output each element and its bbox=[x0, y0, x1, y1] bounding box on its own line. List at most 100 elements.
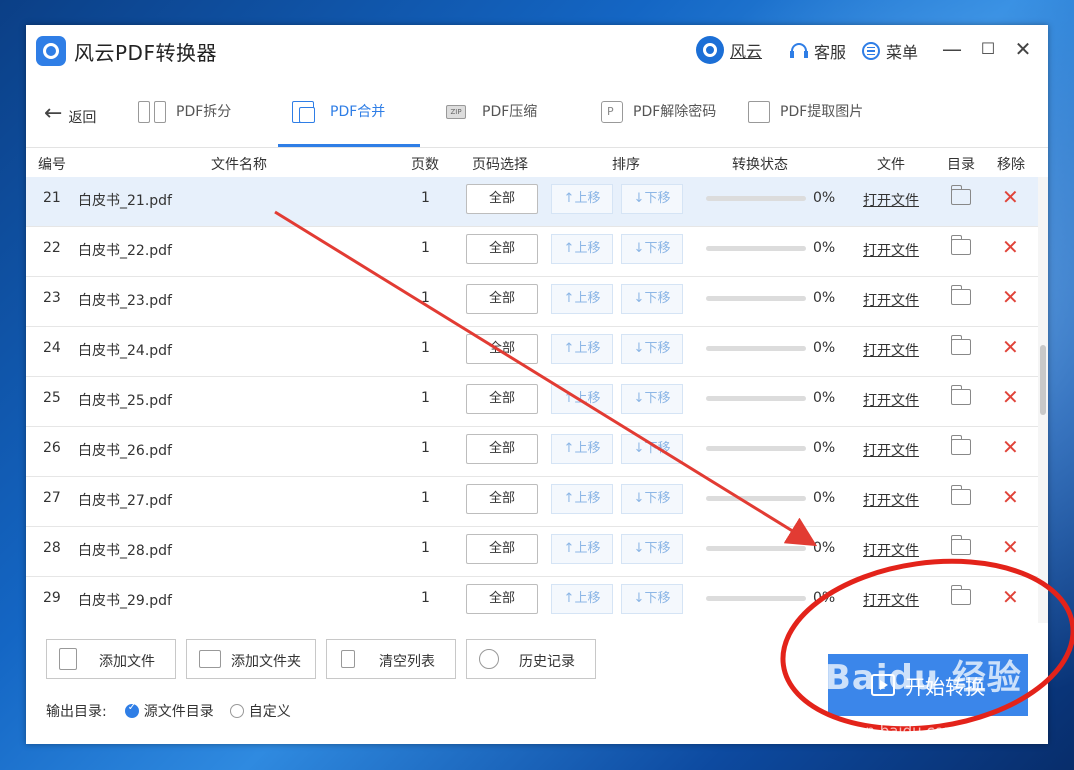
tab-pdf-merge[interactable]: PDF合并 bbox=[278, 99, 420, 147]
open-file-link[interactable]: 打开文件 bbox=[863, 290, 919, 310]
header-dir: 目录 bbox=[947, 157, 975, 173]
page-select-all-button[interactable]: 全部 bbox=[466, 484, 538, 514]
open-file-link[interactable]: 打开文件 bbox=[863, 590, 919, 610]
menu-icon bbox=[862, 42, 880, 60]
remove-icon[interactable]: ✕ bbox=[1002, 335, 1019, 359]
maximize-button[interactable]: ☐ bbox=[976, 37, 1000, 61]
add-folder-button[interactable]: 添加文件夹 bbox=[186, 639, 316, 679]
progress-bar bbox=[706, 496, 806, 501]
folder-icon[interactable] bbox=[950, 335, 971, 355]
customer-service-button[interactable]: 客服 bbox=[790, 39, 846, 63]
radio-custom-dir[interactable] bbox=[229, 704, 244, 718]
remove-icon[interactable]: ✕ bbox=[1002, 185, 1019, 209]
open-file-link[interactable]: 打开文件 bbox=[863, 390, 919, 410]
remove-icon[interactable]: ✕ bbox=[1002, 385, 1019, 409]
tab-pdf-compress[interactable]: ZIP PDF压缩 bbox=[446, 99, 537, 147]
page-select-all-button[interactable]: 全部 bbox=[466, 184, 538, 214]
tab-pdf-extract-images[interactable]: PDF提取图片 bbox=[748, 99, 863, 147]
open-file-link[interactable]: 打开文件 bbox=[863, 190, 919, 210]
page-select-all-button[interactable]: 全部 bbox=[466, 434, 538, 464]
function-tabbar: ← 返回 PDF拆分 PDF合并 ZIP PDF压缩 PDF解除密码 PDF提取… bbox=[26, 85, 1048, 148]
tab-pdf-unlock[interactable]: PDF解除密码 bbox=[601, 99, 716, 147]
page-select-all-button[interactable]: 全部 bbox=[466, 384, 538, 414]
table-row[interactable]: 27 白皮书_27.pdf 1 全部 ↑上移 ↓下移 0% 打开文件 ✕ bbox=[26, 477, 1038, 527]
radio-source-dir[interactable] bbox=[124, 702, 139, 718]
move-up-button[interactable]: ↑上移 bbox=[551, 334, 613, 364]
clear-list-button[interactable]: 清空列表 bbox=[326, 639, 456, 679]
custom-dir-label[interactable]: 自定义 bbox=[249, 701, 291, 721]
folder-icon[interactable] bbox=[950, 185, 971, 205]
table-row[interactable]: 26 白皮书_26.pdf 1 全部 ↑上移 ↓下移 0% 打开文件 ✕ bbox=[26, 427, 1038, 477]
remove-icon[interactable]: ✕ bbox=[1002, 435, 1019, 459]
source-dir-label[interactable]: 源文件目录 bbox=[144, 701, 214, 721]
move-down-button[interactable]: ↓下移 bbox=[621, 584, 683, 614]
header-filename: 文件名称 bbox=[211, 157, 267, 173]
folder-icon[interactable] bbox=[950, 585, 971, 605]
table-row[interactable]: 28 白皮书_28.pdf 1 全部 ↑上移 ↓下移 0% 打开文件 ✕ bbox=[26, 527, 1038, 577]
remove-icon[interactable]: ✕ bbox=[1002, 235, 1019, 259]
open-file-link[interactable]: 打开文件 bbox=[863, 490, 919, 510]
table-row[interactable]: 22 白皮书_22.pdf 1 全部 ↑上移 ↓下移 0% 打开文件 ✕ bbox=[26, 227, 1038, 277]
remove-icon[interactable]: ✕ bbox=[1002, 535, 1019, 559]
add-file-button[interactable]: 添加文件 bbox=[46, 639, 176, 679]
move-up-button[interactable]: ↑上移 bbox=[551, 384, 613, 414]
table-row[interactable]: 24 白皮书_24.pdf 1 全部 ↑上移 ↓下移 0% 打开文件 ✕ bbox=[26, 327, 1038, 377]
move-down-button[interactable]: ↓下移 bbox=[621, 384, 683, 414]
folder-icon[interactable] bbox=[950, 235, 971, 255]
progress-bar bbox=[706, 296, 806, 301]
open-file-link[interactable]: 打开文件 bbox=[863, 240, 919, 260]
folder-icon[interactable] bbox=[950, 385, 971, 405]
remove-icon[interactable]: ✕ bbox=[1002, 485, 1019, 509]
move-up-button[interactable]: ↑上移 bbox=[551, 234, 613, 264]
row-pages: 1 bbox=[421, 440, 430, 456]
open-file-link[interactable]: 打开文件 bbox=[863, 440, 919, 460]
progress-percent: 0% bbox=[813, 590, 836, 606]
move-up-button[interactable]: ↑上移 bbox=[551, 434, 613, 464]
progress-percent: 0% bbox=[813, 540, 836, 556]
move-up-button[interactable]: ↑上移 bbox=[551, 184, 613, 214]
move-up-button[interactable]: ↑上移 bbox=[551, 534, 613, 564]
remove-icon[interactable]: ✕ bbox=[1002, 585, 1019, 609]
back-button[interactable]: ← 返回 bbox=[44, 101, 96, 127]
open-file-link[interactable]: 打开文件 bbox=[863, 540, 919, 560]
page-select-all-button[interactable]: 全部 bbox=[466, 534, 538, 564]
folder-icon[interactable] bbox=[950, 535, 971, 555]
page-select-all-button[interactable]: 全部 bbox=[466, 334, 538, 364]
open-file-link[interactable]: 打开文件 bbox=[863, 340, 919, 360]
history-button[interactable]: 历史记录 bbox=[466, 639, 596, 679]
table-row[interactable]: 25 白皮书_25.pdf 1 全部 ↑上移 ↓下移 0% 打开文件 ✕ bbox=[26, 377, 1038, 427]
minimize-button[interactable]: — bbox=[940, 37, 964, 61]
account-button[interactable]: 风云 bbox=[696, 36, 762, 64]
tab-pdf-split[interactable]: PDF拆分 bbox=[138, 99, 231, 147]
page-select-all-button[interactable]: 全部 bbox=[466, 234, 538, 264]
table-header: 编号 文件名称 页数 页码选择 排序 转换状态 文件 目录 移除 bbox=[26, 149, 1048, 177]
header-status: 转换状态 bbox=[732, 157, 788, 173]
move-up-button[interactable]: ↑上移 bbox=[551, 584, 613, 614]
move-down-button[interactable]: ↓下移 bbox=[621, 434, 683, 464]
remove-icon[interactable]: ✕ bbox=[1002, 285, 1019, 309]
move-down-button[interactable]: ↓下移 bbox=[621, 484, 683, 514]
move-up-button[interactable]: ↑上移 bbox=[551, 484, 613, 514]
tab-label: PDF压缩 bbox=[482, 104, 538, 120]
table-row[interactable]: 29 白皮书_29.pdf 1 全部 ↑上移 ↓下移 0% 打开文件 ✕ bbox=[26, 577, 1038, 623]
table-row[interactable]: 23 白皮书_23.pdf 1 全部 ↑上移 ↓下移 0% 打开文件 ✕ bbox=[26, 277, 1038, 327]
page-select-all-button[interactable]: 全部 bbox=[466, 584, 538, 614]
move-down-button[interactable]: ↓下移 bbox=[621, 284, 683, 314]
move-down-button[interactable]: ↓下移 bbox=[621, 184, 683, 214]
move-down-button[interactable]: ↓下移 bbox=[621, 334, 683, 364]
list-scrollbar[interactable] bbox=[1038, 177, 1048, 623]
clear-list-label: 清空列表 bbox=[379, 654, 435, 670]
move-down-button[interactable]: ↓下移 bbox=[621, 534, 683, 564]
page-select-all-button[interactable]: 全部 bbox=[466, 284, 538, 314]
move-up-button[interactable]: ↑上移 bbox=[551, 284, 613, 314]
tab-label: PDF拆分 bbox=[176, 104, 232, 120]
table-row[interactable]: 21 白皮书_21.pdf 1 全部 ↑上移 ↓下移 0% 打开文件 ✕ bbox=[26, 177, 1038, 227]
move-down-button[interactable]: ↓下移 bbox=[621, 234, 683, 264]
app-title: 风云PDF转换器 bbox=[74, 41, 217, 65]
close-window-button[interactable]: ✕ bbox=[1011, 37, 1035, 61]
folder-icon[interactable] bbox=[950, 285, 971, 305]
scroll-thumb[interactable] bbox=[1040, 345, 1046, 415]
folder-icon[interactable] bbox=[950, 485, 971, 505]
folder-icon[interactable] bbox=[950, 435, 971, 455]
menu-button[interactable]: 菜单 bbox=[862, 39, 918, 63]
